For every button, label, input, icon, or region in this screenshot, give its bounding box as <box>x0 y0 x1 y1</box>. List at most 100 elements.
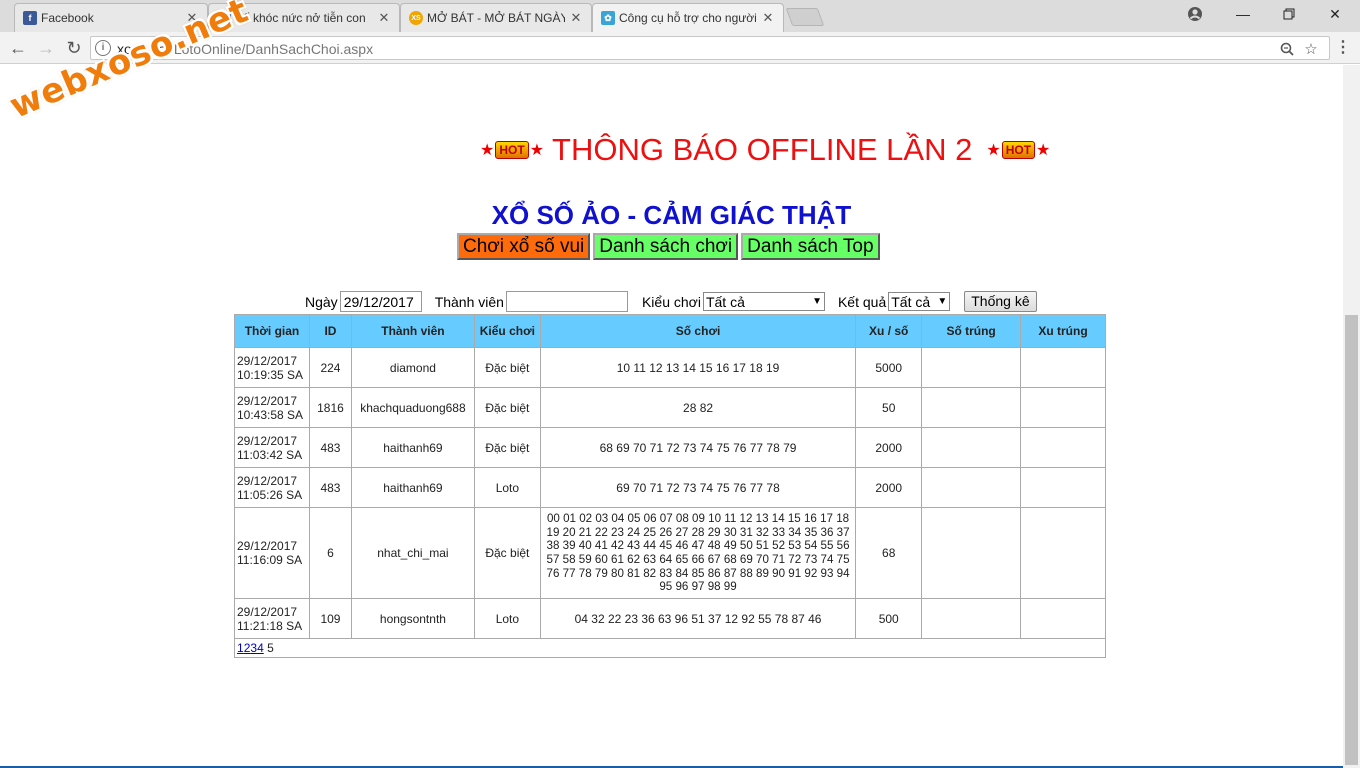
numbers-cell: 69 70 71 72 73 74 75 76 77 78 <box>539 467 857 508</box>
zoom-icon[interactable] <box>1277 39 1297 59</box>
play-type-cell: Loto <box>473 467 541 508</box>
time-cell: 29/12/2017 11:05:26 SA <box>234 467 310 508</box>
address-bar[interactable]: i xoso.net/LotoOnline/DanhSachChoi.aspx … <box>90 36 1330 60</box>
winning-xu-cell <box>1020 598 1106 639</box>
tab-title: Bố khóc nức nở tiễn con <box>235 11 366 25</box>
time-text: 11:16:09 SA <box>237 553 303 567</box>
filter-bar: Ngày Thành viên Kiểu chơi Tất cả ▼ Kết qu… <box>305 291 1037 312</box>
header-winning-xu: Xu trúng <box>1020 314 1106 348</box>
time-text: 11:05:26 SA <box>237 487 303 502</box>
tab-cong-cu[interactable]: ✿ Công cụ hỗ trợ cho người ✕ <box>592 3 784 32</box>
member-cell: nhat_chi_mai <box>350 507 475 599</box>
forward-icon[interactable]: → <box>34 36 58 60</box>
hot-badge: ★ HOT ★ <box>480 140 544 160</box>
winning-xu-cell <box>1020 427 1106 468</box>
play-list-table: Thời gian ID Thành viên Kiểu chơi Số chơ… <box>234 314 1106 658</box>
play-list-button[interactable]: Danh sách chơi <box>593 233 739 260</box>
page-link-1[interactable]: 1 <box>237 641 244 655</box>
minimize-icon[interactable]: — <box>1220 0 1266 28</box>
winning-xu-cell <box>1020 387 1106 428</box>
winning-xu-cell <box>1020 347 1106 388</box>
numbers-cell: 10 11 12 13 14 15 16 17 18 19 <box>539 347 857 388</box>
current-page: 5 <box>267 641 274 655</box>
dropdown-arrow-icon: ▼ <box>937 296 948 307</box>
play-type-cell: Đặc biệt <box>473 427 541 468</box>
table-row: 29/12/2017 11:05:26 SA 483 haithanh69 Lot… <box>234 467 1106 508</box>
page-scrollbar[interactable] <box>1343 65 1360 768</box>
play-type-cell: Đặc biệt <box>473 347 541 388</box>
id-cell: 224 <box>308 347 352 388</box>
dropdown-arrow-icon: ▼ <box>812 296 822 307</box>
pager: 1234 5 <box>234 638 1106 658</box>
time-cell: 29/12/2017 11:03:42 SA <box>234 427 310 468</box>
hot-badge: ★ HOT ★ <box>986 140 1050 160</box>
close-icon[interactable]: ✕ <box>377 10 391 26</box>
page-subtitle: XỔ SỐ ẢO - CẢM GIÁC THẬT <box>491 200 852 230</box>
top-list-button[interactable]: Danh sách Top <box>741 233 880 260</box>
tab-title: MỞ BÁT - MỞ BÁT NGÀY <box>427 11 565 25</box>
table-header-row: Thời gian ID Thành viên Kiểu chơi Số chơ… <box>234 314 1106 348</box>
date-text: 29/12/2017 <box>237 604 298 619</box>
menu-icon[interactable]: ⋮ <box>1334 36 1352 60</box>
member-input[interactable] <box>505 291 628 312</box>
play-type-cell: Đặc biệt <box>473 507 541 599</box>
table-row: 29/12/2017 11:21:18 SA 109 hongsontnth Lo… <box>234 598 1106 639</box>
date-text: 29/12/2017 <box>237 473 298 488</box>
id-cell: 483 <box>308 467 352 508</box>
page-link-4[interactable]: 4 <box>257 641 264 655</box>
table-row: 29/12/2017 11:03:42 SA 483 haithanh69 Đặc… <box>234 427 1106 468</box>
play-type-value: Tất cả <box>705 293 745 310</box>
bookmark-star-icon[interactable]: ☆ <box>1301 39 1321 59</box>
winning-numbers-cell <box>921 467 1022 508</box>
time-cell: 29/12/2017 10:43:58 SA <box>234 387 310 428</box>
header-member: Thành viên <box>350 314 475 348</box>
table-row: 29/12/2017 10:43:58 SA 1816 khachquaduong… <box>234 387 1106 428</box>
winning-xu-cell <box>1020 467 1106 508</box>
date-text: 29/12/2017 <box>237 433 298 448</box>
tab-title: Công cụ hỗ trợ cho người <box>619 11 757 25</box>
member-label: Thành viên <box>434 293 504 310</box>
winning-numbers-cell <box>921 387 1022 428</box>
date-text: 29/12/2017 <box>237 353 298 368</box>
maximize-icon[interactable] <box>1266 0 1312 28</box>
statistics-button[interactable]: Thống kê <box>964 291 1037 312</box>
close-icon[interactable]: ✕ <box>569 10 583 26</box>
table-row: 29/12/2017 10:19:35 SA 224 diamond Đặc bi… <box>234 347 1106 388</box>
time-text: 10:19:35 SA <box>237 367 304 382</box>
play-type-cell: Đặc biệt <box>473 387 541 428</box>
numbers-cell: 28 82 <box>539 387 857 428</box>
play-lottery-button[interactable]: Chơi xổ số vui <box>457 233 591 260</box>
winning-numbers-cell <box>921 507 1022 599</box>
star-icon: ★ <box>480 142 495 159</box>
numbers-cell: 00 01 02 03 04 05 06 07 08 09 10 11 12 1… <box>539 507 857 599</box>
page-nav: Chơi xổ số vui Danh sách chơi Danh sách … <box>457 233 880 260</box>
time-cell: 29/12/2017 11:16:09 SA <box>234 507 310 599</box>
time-text: 11:03:42 SA <box>237 447 303 462</box>
back-icon[interactable]: ← <box>6 36 30 60</box>
result-select[interactable]: Tất cả ▼ <box>888 292 951 311</box>
close-window-icon[interactable]: ✕ <box>1312 0 1358 28</box>
profile-icon[interactable] <box>1172 0 1218 28</box>
xs-icon: XS <box>409 11 423 25</box>
member-cell: khachquaduong688 <box>350 387 475 428</box>
header-play-type: Kiểu chơi <box>473 314 541 348</box>
facebook-icon: f <box>23 11 37 25</box>
date-label: Ngày <box>305 293 338 310</box>
tab-mo-bat[interactable]: XS MỞ BÁT - MỞ BÁT NGÀY ✕ <box>400 3 592 32</box>
header-id: ID <box>308 314 352 348</box>
announcement-text[interactable]: THÔNG BÁO OFFLINE LẦN 2 <box>552 132 972 168</box>
xu-cell: 68 <box>855 507 923 599</box>
xu-cell: 50 <box>855 387 923 428</box>
site-icon: ✿ <box>601 11 615 25</box>
star-icon: ★ <box>986 142 1001 159</box>
play-type-select[interactable]: Tất cả ▼ <box>702 292 825 311</box>
hot-label: HOT <box>1001 141 1036 159</box>
new-tab-button[interactable] <box>785 8 825 26</box>
scrollbar-thumb[interactable] <box>1345 315 1358 765</box>
numbers-cell: 04 32 22 23 36 63 96 51 37 12 92 55 78 8… <box>539 598 857 639</box>
header-time: Thời gian <box>234 314 310 348</box>
time-cell: 29/12/2017 11:21:18 SA <box>234 598 310 639</box>
date-input[interactable] <box>339 291 422 312</box>
pager-row: 1234 5 <box>234 638 1106 658</box>
close-icon[interactable]: ✕ <box>761 10 775 26</box>
